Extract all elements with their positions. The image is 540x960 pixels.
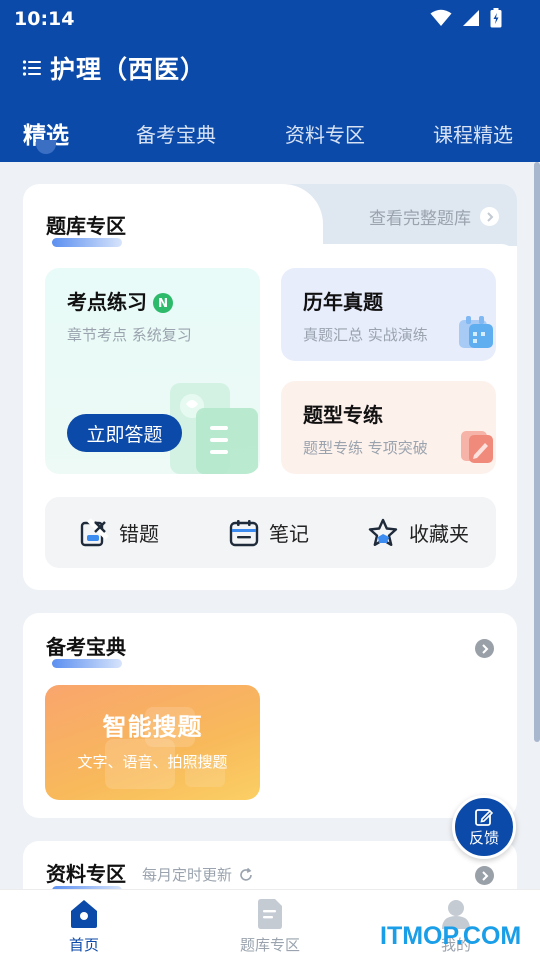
quick-actions: 错题 笔记 收藏夹 [45, 497, 496, 568]
favorites-button[interactable]: 收藏夹 [367, 497, 469, 568]
chevron-right-icon [480, 207, 499, 226]
nav-home[interactable]: 首页 [24, 898, 144, 955]
feedback-button[interactable]: 反馈 [452, 795, 516, 859]
chevron-right-icon[interactable] [475, 639, 494, 658]
star-icon [368, 518, 398, 546]
nav-question-bank[interactable]: 题库专区 [210, 898, 330, 955]
update-note: 每月定时更新 [142, 864, 254, 885]
past-exams-tile[interactable]: 历年真题 真题汇总 实战演练 [281, 268, 496, 361]
home-icon [71, 900, 97, 928]
status-time: 10:14 [14, 8, 75, 30]
materials-title: 资料专区 [46, 862, 126, 895]
tab-exam-guide[interactable]: 备考宝典 [136, 119, 216, 148]
menu-icon[interactable] [22, 58, 42, 78]
view-all-questions-link[interactable]: 查看完整题库 [369, 204, 499, 229]
wrong-questions-button[interactable]: 错题 [79, 497, 159, 568]
status-bar: 10:14 [0, 0, 540, 36]
watermark-logo: ITMOP.COM [380, 922, 522, 950]
scrollbar[interactable] [534, 162, 540, 742]
topic-practice-tile[interactable]: 考点练习 N 章节考点 系统复习 立即答题 [45, 268, 260, 474]
start-answering-button[interactable]: 立即答题 [67, 414, 182, 452]
refresh-icon [240, 867, 252, 881]
wrong-question-icon [80, 517, 109, 546]
question-type-tile[interactable]: 题型专练 题型专练 专项突破 [281, 381, 496, 474]
calendar-icon [459, 316, 493, 348]
notes-button[interactable]: 笔记 [229, 497, 309, 568]
document-icon [258, 899, 282, 929]
smart-search-tile[interactable]: 智能搜题 文字、语音、拍照搜题 [45, 685, 260, 800]
app-header: 10:14 护理（西医） 精选 备考宝典 资料专区 课程精选 [0, 0, 540, 162]
pencil-card-icon [461, 431, 493, 463]
tab-courses[interactable]: 课程精选 [433, 119, 513, 148]
exam-guide-title: 备考宝典 [46, 635, 126, 668]
wifi-icon [430, 9, 452, 26]
tab-materials[interactable]: 资料专区 [285, 119, 365, 148]
edit-icon [475, 808, 494, 826]
page-title[interactable]: 护理（西医） [50, 50, 206, 86]
top-tabs: 精选 备考宝典 资料专区 课程精选 [0, 112, 540, 152]
notes-icon [229, 519, 259, 546]
question-bank-title: 题库专区 [46, 214, 126, 247]
signal-icon [463, 10, 479, 26]
question-bank-card: 题库专区 查看完整题库 考点练习 N 章节考点 系统复习 立即答题 历年真题 真题… [23, 184, 517, 590]
chevron-right-icon[interactable] [475, 866, 494, 885]
status-icons [430, 8, 502, 28]
new-badge: N [153, 293, 173, 313]
title-bar: 护理（西医） [22, 50, 206, 86]
battery-icon [490, 8, 502, 28]
exam-guide-card: 备考宝典 智能搜题 文字、语音、拍照搜题 [23, 613, 517, 818]
